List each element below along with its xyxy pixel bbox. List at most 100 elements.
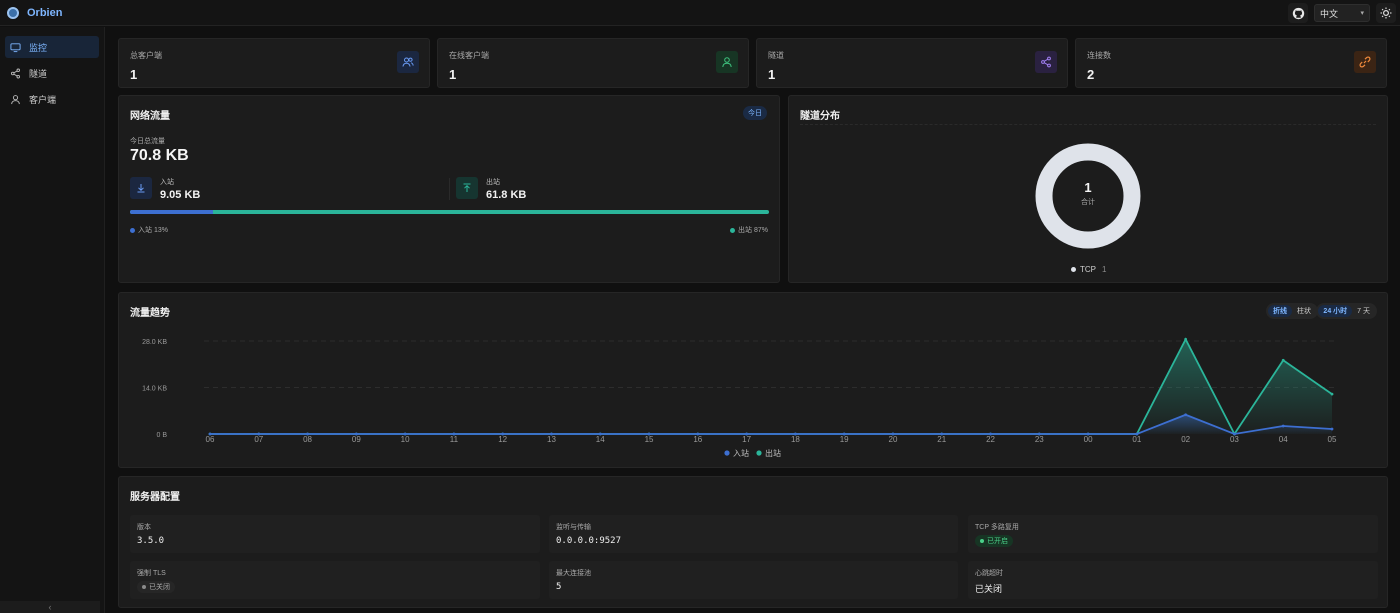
share-icon (11, 68, 20, 78)
total-traffic-label: 今日总流量 (130, 138, 165, 145)
data-point (1184, 413, 1188, 417)
sidebar-item-monitor[interactable]: 监控 (5, 36, 99, 58)
x-tick-label: 13 (547, 435, 556, 444)
x-tick-label: 11 (450, 435, 459, 444)
stat-value: 1 (768, 67, 776, 82)
legend-label: 出站 (765, 448, 781, 458)
stat-value: 2 (1087, 67, 1095, 82)
inbound-legend: 入站 13% (130, 225, 168, 235)
donut-center-label: 合计 (1081, 199, 1095, 206)
data-point (1281, 358, 1285, 362)
chart-type-toggle: 折线 柱状 (1266, 303, 1318, 319)
user-icon (716, 51, 738, 73)
card-title: 网络流量 (130, 111, 170, 122)
top-bar: Orbien 中文 ▾ (0, 0, 1400, 26)
line-chart-button[interactable]: 折线 (1268, 305, 1292, 317)
series-area-outbound (210, 339, 1332, 434)
status-dot (142, 585, 146, 589)
stat-label: 总客户端 (130, 51, 162, 60)
github-icon[interactable] (1288, 3, 1308, 23)
status-dot (980, 539, 984, 543)
status-badge-off: 已关闭 (137, 581, 175, 593)
users-icon (397, 51, 419, 73)
card-title: 服务器配置 (130, 492, 180, 503)
tcp-dot (1071, 267, 1076, 272)
inbound-share-fill (130, 210, 214, 214)
sidebar-item-label: 监控 (29, 42, 48, 53)
status-badge-on: 已开启 (975, 535, 1013, 547)
stat-card-online-clients: 在线客户端 1 (437, 38, 749, 88)
legend-item-tcp[interactable]: TCP 1 (1071, 265, 1106, 274)
range-7d-button[interactable]: 7 天 (1352, 305, 1375, 317)
tunnel-donut-chart (1035, 143, 1141, 249)
outbound-legend-text: 出站 87% (738, 227, 768, 234)
legend-name: TCP (1080, 265, 1096, 274)
divider (449, 178, 450, 200)
network-traffic-card: 网络流量 今日 今日总流量 70.8 KB 入站 9.05 KB 出站 61.8… (118, 95, 780, 283)
x-tick-label: 04 (1279, 435, 1288, 444)
stat-card-tunnels: 隧道 1 (756, 38, 1068, 88)
x-tick-label: 10 (401, 435, 410, 444)
stat-label: 连接数 (1087, 51, 1111, 60)
config-value: 已关闭 (975, 584, 1003, 594)
legend-dot (724, 450, 730, 456)
app-name: Orbien (27, 6, 63, 19)
data-point (1281, 424, 1285, 428)
config-heartbeat-timeout: 心跳超时 已关闭 (968, 561, 1378, 599)
y-tick-label: 14.0 KB (142, 385, 167, 392)
x-tick-label: 15 (645, 435, 654, 444)
time-range-toggle: 24 小时 7 天 (1316, 303, 1377, 319)
divider (800, 124, 1376, 125)
donut-center-value: 1 (1084, 180, 1092, 195)
legend-label: 入站 (733, 448, 749, 458)
theme-toggle-icon[interactable] (1376, 3, 1396, 23)
main-content: 总客户端 1 在线客户端 1 隧道 1 连接数 2 网络流量 今日 今日总流量 … (113, 33, 1393, 613)
brand[interactable]: Orbien (0, 6, 63, 19)
sidebar-item-label: 隧道 (29, 68, 48, 79)
sidebar-item-clients[interactable]: 客户端 (5, 88, 99, 110)
range-24h-button[interactable]: 24 小时 (1318, 305, 1353, 317)
stat-card-total-clients: 总客户端 1 (118, 38, 430, 88)
collapse-sidebar-button[interactable]: ‹ (0, 601, 100, 613)
orbien-logo-icon (7, 6, 19, 19)
sidebar-item-label: 客户端 (29, 94, 57, 105)
x-tick-label: 02 (1181, 435, 1190, 444)
stat-label: 在线客户端 (449, 51, 489, 60)
x-tick-label: 14 (596, 435, 605, 444)
donut-slice-tcp[interactable] (1035, 143, 1141, 249)
outbound-label: 出站 (486, 179, 500, 186)
x-tick-label: 22 (986, 435, 995, 444)
download-icon (130, 177, 152, 199)
config-label: 心跳超时 (975, 570, 1003, 577)
x-tick-label: 05 (1328, 435, 1337, 444)
language-value: 中文 (1320, 8, 1339, 19)
x-tick-label: 19 (840, 435, 849, 444)
config-label: 版本 (137, 524, 151, 531)
inbound-dot (130, 227, 135, 233)
config-tcp-multiplex: TCP 多路复用 已开启 (968, 515, 1378, 553)
x-tick-label: 23 (1035, 435, 1044, 444)
y-tick-label: 28.0 KB (142, 339, 167, 346)
language-select[interactable]: 中文 ▾ (1314, 4, 1370, 22)
x-tick-label: 09 (352, 435, 361, 444)
user-icon (11, 94, 20, 104)
monitor-icon (10, 42, 21, 52)
config-label: TCP 多路复用 (975, 524, 1019, 531)
sidebar-item-tunnels[interactable]: 隧道 (5, 62, 99, 84)
card-title: 流量趋势 (130, 308, 170, 319)
x-tick-label: 01 (1132, 435, 1141, 444)
inbound-legend-text: 入站 13% (138, 227, 168, 234)
data-point (1330, 427, 1334, 431)
total-traffic-value: 70.8 KB (130, 147, 189, 164)
config-value: 5 (556, 582, 562, 592)
card-title: 隧道分布 (800, 111, 840, 122)
x-tick-label: 16 (693, 435, 702, 444)
config-value: 已开启 (987, 538, 1008, 545)
outbound-dot (730, 227, 736, 233)
bar-chart-button[interactable]: 柱状 (1292, 305, 1316, 317)
today-badge[interactable]: 今日 (743, 106, 767, 120)
legend-dot (756, 450, 762, 456)
config-version: 版本 3.5.0 (130, 515, 540, 553)
y-tick-label: 0 B (156, 432, 167, 439)
x-tick-label: 18 (791, 435, 800, 444)
